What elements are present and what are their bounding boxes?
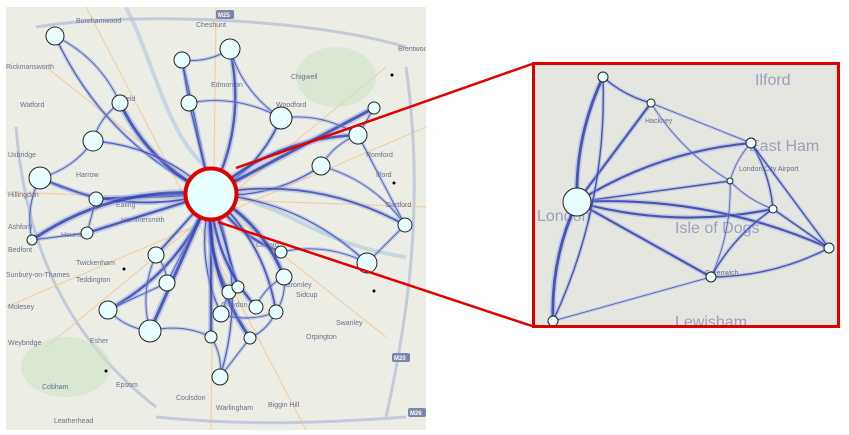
station-node[interactable] <box>219 38 241 60</box>
inset-station-node[interactable] <box>547 315 559 325</box>
station-node[interactable] <box>138 319 162 343</box>
place-label: Rickmansworth <box>6 64 54 71</box>
station-node[interactable] <box>80 226 94 240</box>
station-node[interactable] <box>88 191 104 207</box>
station-node[interactable] <box>98 300 118 320</box>
station-node[interactable] <box>231 280 245 294</box>
place-label: Weybridge <box>8 340 41 347</box>
station-node[interactable] <box>268 304 284 320</box>
hub-node[interactable] <box>184 167 238 221</box>
station-node[interactable] <box>274 245 288 259</box>
inset-place-label: Ilford <box>755 72 791 89</box>
place-label: Molesey <box>8 304 35 311</box>
place-label: Esher <box>90 338 109 345</box>
inset-station-node[interactable] <box>823 242 835 254</box>
place-label: Leatherhead <box>54 418 93 425</box>
place-label: Borehamwood <box>76 18 121 25</box>
place-label: Warlingham <box>216 405 253 412</box>
place-label: Coulsdon <box>176 395 206 402</box>
place-label: Chigwell <box>291 74 318 81</box>
station-node[interactable] <box>26 234 38 246</box>
minor-node <box>104 369 108 373</box>
inset-map-panel[interactable]: Ilford Hackney East Ham London City Airport… <box>532 62 840 328</box>
place-label: Watford <box>20 102 44 109</box>
minor-node <box>392 181 396 185</box>
inset-station-node[interactable] <box>726 177 734 185</box>
place-label: Biggin Hill <box>268 402 300 409</box>
road-label: M20 <box>394 356 406 362</box>
inset-place-label: Hackney <box>645 118 673 125</box>
station-node[interactable] <box>45 26 65 46</box>
station-node[interactable] <box>158 274 176 292</box>
station-node[interactable] <box>248 299 264 315</box>
station-node[interactable] <box>173 51 191 69</box>
inset-station-node[interactable] <box>705 271 717 283</box>
place-label: Bedfont <box>8 247 32 254</box>
station-node[interactable] <box>180 94 198 112</box>
place-label: Sidcup <box>296 292 318 299</box>
station-node[interactable] <box>147 246 165 264</box>
inset-place-label: Lewisham <box>675 314 747 325</box>
road-label: M25 <box>218 13 230 19</box>
station-node[interactable] <box>269 106 293 130</box>
place-label: Swanley <box>336 320 363 327</box>
place-label: Cheshunt <box>196 22 226 29</box>
station-node[interactable] <box>28 166 52 190</box>
place-label: Orpington <box>306 334 337 341</box>
station-node[interactable] <box>275 268 293 286</box>
place-label: Sunbury-on-Thames <box>6 272 70 279</box>
place-label: Cobham <box>42 384 69 391</box>
station-node[interactable] <box>211 368 229 386</box>
station-node[interactable] <box>311 156 331 176</box>
inset-station-node[interactable] <box>562 187 592 217</box>
main-map-panel[interactable]: Borehamwood Rickmansworth Cheshunt Chigwell… <box>6 7 426 430</box>
place-label: Harrow <box>76 172 100 179</box>
inset-station-node[interactable] <box>745 137 757 149</box>
station-node[interactable] <box>212 305 230 323</box>
station-node[interactable] <box>348 125 368 145</box>
minor-node <box>122 267 126 271</box>
minor-node <box>372 289 376 293</box>
station-node[interactable] <box>367 101 381 115</box>
station-node[interactable] <box>397 217 413 233</box>
road-label: M26 <box>410 411 422 417</box>
place-label: Twickenham <box>76 260 115 267</box>
inset-station-node[interactable] <box>597 71 609 83</box>
station-node[interactable] <box>204 330 218 344</box>
inset-station-node[interactable] <box>646 98 656 108</box>
place-label: Brentwood <box>398 46 426 53</box>
station-node[interactable] <box>111 94 129 112</box>
network-map-canvas[interactable]: Borehamwood Rickmansworth Cheshunt Chigwell… <box>6 7 426 430</box>
place-label: Uxbridge <box>8 152 36 159</box>
inset-network-canvas[interactable]: IlfordHackneyEast HamLondon City Airport… <box>535 65 837 325</box>
place-label: Epsom <box>116 382 138 389</box>
station-node[interactable] <box>356 252 378 274</box>
inset-station-node[interactable] <box>768 204 778 214</box>
place-label: Teddington <box>76 277 110 284</box>
minor-node <box>390 73 394 77</box>
station-node[interactable] <box>82 130 104 152</box>
station-node[interactable] <box>243 331 257 345</box>
place-label: Edmonton <box>211 82 243 89</box>
